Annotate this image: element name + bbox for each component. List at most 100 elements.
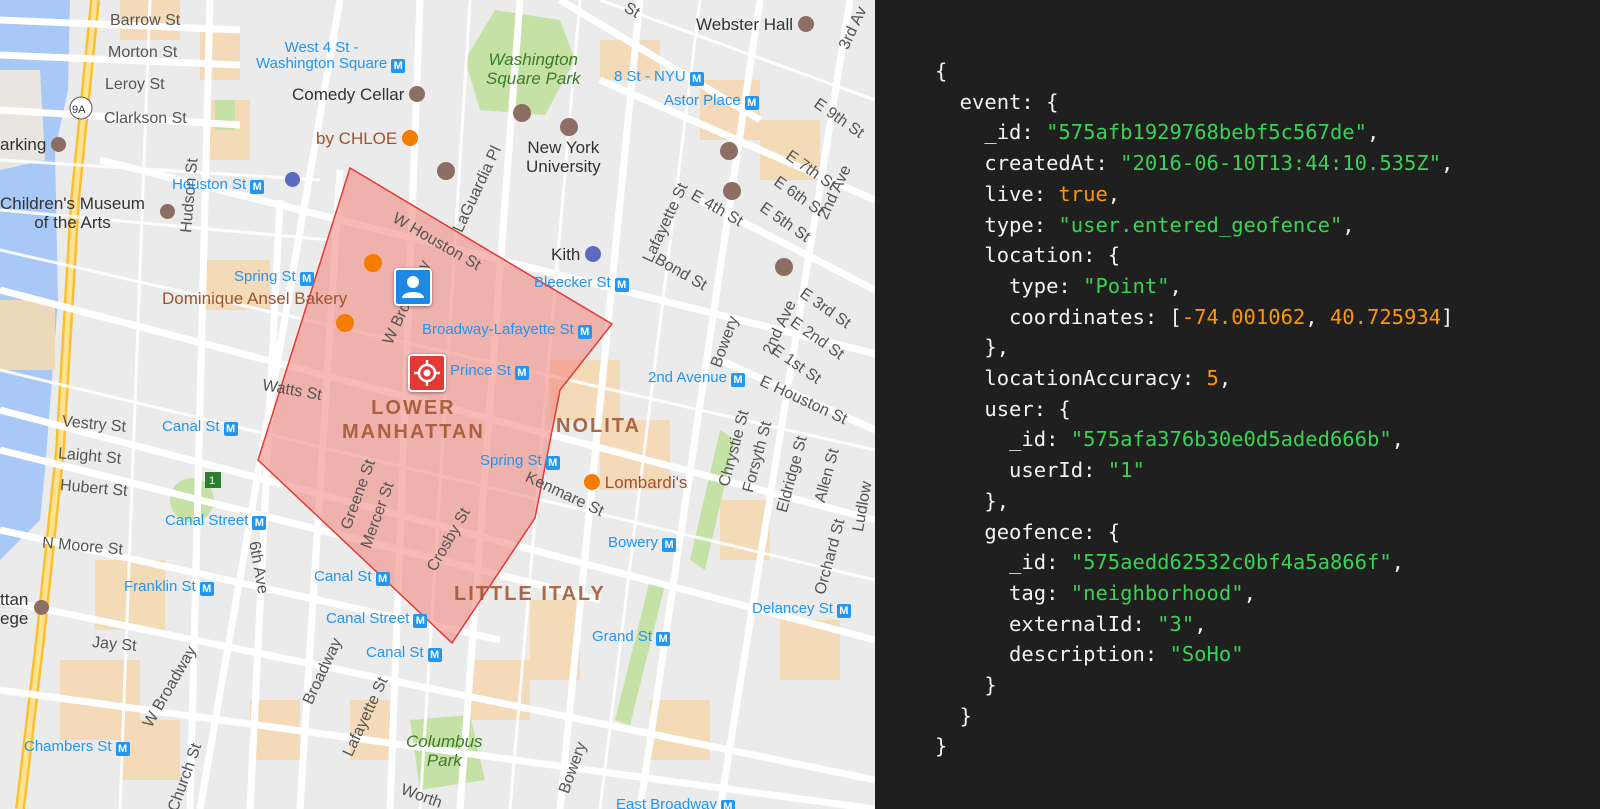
metro-icon: M [115, 742, 130, 756]
shopping-icon [409, 86, 426, 102]
station-canal-street-mid[interactable]: Canal Street M [326, 610, 428, 628]
code-text: geofence: { [935, 519, 1121, 544]
college-label: ttan ege [0, 590, 29, 628]
station-8-st-nyu[interactable]: 8 St - NYU M [614, 68, 704, 86]
code-text: , [1367, 120, 1380, 145]
restaurant-icon [401, 130, 418, 146]
code-text: , [1305, 304, 1330, 329]
street-label: Barrow St [110, 12, 181, 29]
metro-icon: M [375, 572, 390, 586]
code-string: "3" [1157, 611, 1195, 636]
university-icon[interactable] [775, 258, 793, 276]
code-text: }, [935, 335, 1010, 360]
metro-icon: M [199, 582, 214, 596]
code-string: "neighborhood" [1070, 580, 1244, 605]
code-text: live: [935, 181, 1059, 206]
hospital-icon[interactable] [285, 172, 300, 187]
code-text: , [1107, 181, 1121, 206]
map-view[interactable]: Barrow St Morton St Leroy St Clarkson St… [0, 0, 875, 809]
code-text: locationAccuracy: [935, 366, 1207, 391]
metro-icon: M [545, 456, 560, 470]
station-chambers-st[interactable]: Chambers St M [24, 738, 130, 756]
poi-nyu[interactable]: New York University [526, 138, 601, 176]
station-astor-place[interactable]: Astor Place M [664, 92, 759, 110]
station-franklin-st[interactable]: Franklin St M [124, 578, 214, 596]
code-value: 40.725934 [1329, 304, 1442, 329]
station-west-4-st[interactable]: West 4 St - Washington Square M [256, 40, 406, 73]
university-icon[interactable] [34, 600, 49, 615]
code-line: description: "SoHo" [935, 639, 1453, 670]
street-label: Morton St [108, 44, 178, 61]
station-bowery[interactable]: Bowery M [608, 534, 677, 552]
code-text: } [935, 673, 997, 698]
code-string: "575afa376b30e0d5aded666b" [1070, 427, 1392, 452]
childrens-museum-label: Children's Museum of the Arts [0, 194, 145, 232]
code-text: , [1194, 611, 1207, 636]
code-text: , [1342, 212, 1355, 237]
code-text: { [935, 59, 948, 83]
university-icon[interactable] [723, 182, 741, 200]
poi-webster-hall[interactable]: Webster Hall [696, 16, 814, 34]
code-text: ] [1441, 304, 1454, 329]
metro-icon: M [662, 538, 677, 552]
code-text: type: [935, 273, 1084, 298]
json-code-panel: { event: { _id: "575afb1929768bebf5c567d… [875, 0, 1600, 809]
code-string: "Point" [1083, 273, 1170, 298]
geofence-target-marker[interactable] [408, 354, 446, 392]
code-text: _id: [935, 550, 1071, 575]
poi-by-chloe[interactable]: by CHLOE [316, 130, 418, 148]
user-location-marker[interactable] [394, 268, 432, 306]
parking-icon [51, 137, 67, 152]
code-line: location: { [935, 240, 1453, 271]
code-text: createdAt: [935, 151, 1121, 176]
university-icon[interactable] [720, 142, 738, 160]
restaurant-icon[interactable] [364, 254, 382, 272]
station-canal-street-w[interactable]: Canal Street M [165, 512, 267, 530]
station-canal-st-w[interactable]: Canal St M [162, 418, 238, 436]
code-line: live: true, [935, 179, 1453, 210]
restaurant-icon [584, 474, 600, 490]
code-value: 5 [1206, 366, 1219, 391]
poi-kith[interactable]: Kith [551, 246, 602, 264]
code-text: externalId: [935, 611, 1158, 636]
code-line: createdAt: "2016-06-10T13:44:10.535Z", [935, 148, 1453, 179]
station-grand-st[interactable]: Grand St M [592, 628, 671, 646]
museum-icon[interactable] [160, 204, 175, 219]
poi-lombardis[interactable]: Lombardi's [584, 474, 687, 492]
university-icon[interactable] [560, 118, 578, 136]
code-string: "575afb1929768bebf5c567de" [1046, 120, 1367, 145]
university-icon[interactable] [513, 104, 531, 122]
code-text: tag: [935, 580, 1071, 605]
code-text: , [1391, 427, 1405, 452]
station-east-broadway[interactable]: East Broadway M [616, 796, 735, 809]
metro-icon: M [577, 325, 592, 339]
restaurant-icon[interactable] [336, 314, 354, 332]
station-spring-st-w[interactable]: Spring St M [234, 268, 314, 286]
metro-icon: M [656, 632, 671, 646]
station-canal-st-low[interactable]: Canal St M [366, 644, 442, 662]
code-line: }, [935, 332, 1453, 363]
university-icon[interactable] [437, 162, 455, 180]
neighborhood-little-italy: LITTLE ITALY [454, 583, 606, 605]
station-prince-st[interactable]: Prince St M [450, 362, 529, 380]
poi-dominique-ansel[interactable]: Dominique Ansel Bakery [162, 290, 347, 308]
station-2nd-avenue[interactable]: 2nd Avenue M [648, 369, 745, 387]
station-bleecker-st[interactable]: Bleecker St M [534, 274, 629, 292]
poi-comedy-cellar[interactable]: Comedy Cellar [292, 86, 426, 104]
code-text: _id: [935, 427, 1071, 452]
shopping-icon [797, 16, 814, 32]
station-houston-st[interactable]: Houston St M [172, 176, 265, 194]
code-text: , [1218, 366, 1232, 391]
park-columbus: Columbus Park [406, 732, 483, 770]
park-washington-square: Washington Square Park [486, 50, 581, 88]
code-line: { [935, 56, 1453, 87]
station-broadway-lafayette[interactable]: Broadway-Lafayette St M [422, 321, 592, 339]
metro-icon: M [744, 96, 759, 110]
station-delancey-st[interactable]: Delancey St M [752, 600, 851, 618]
code-string: "2016-06-10T13:44:10.535Z" [1120, 151, 1442, 176]
code-text: location: { [935, 243, 1121, 268]
station-canal-st-mid[interactable]: Canal St M [314, 568, 390, 586]
parking-label: arking [0, 136, 67, 154]
metro-icon: M [391, 59, 406, 73]
station-spring-st-e[interactable]: Spring St M [480, 452, 560, 470]
